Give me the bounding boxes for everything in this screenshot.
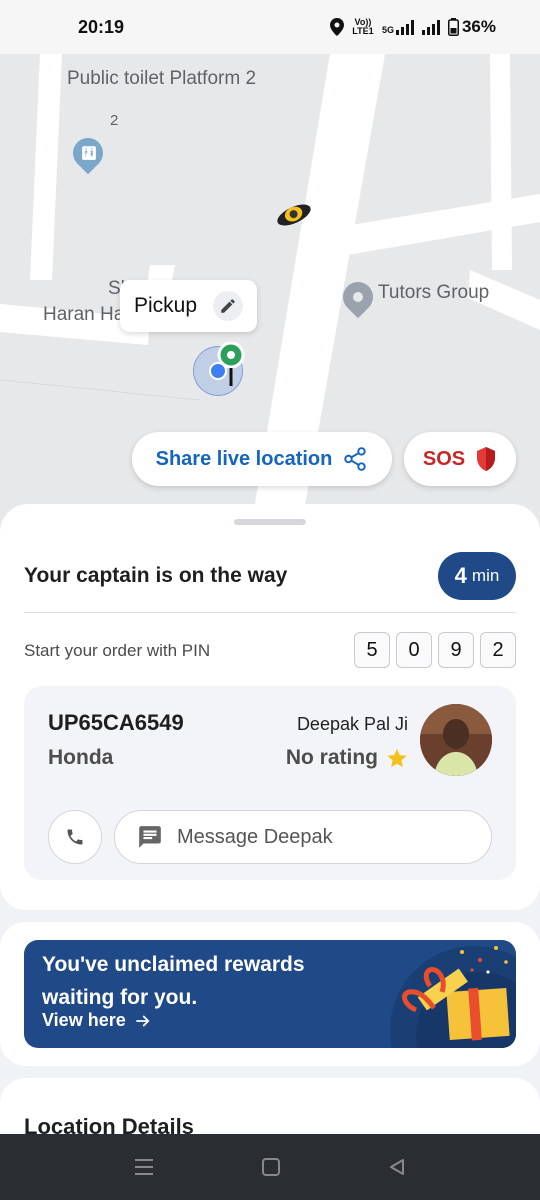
- chat-icon: [139, 826, 161, 848]
- view-rewards-link[interactable]: View here: [42, 1010, 152, 1031]
- pencil-icon: [221, 299, 235, 313]
- rating-text: No rating: [285, 746, 378, 769]
- sheet-handle[interactable]: [234, 519, 306, 525]
- signal-icon: [421, 19, 440, 35]
- gift-box-illustration: [390, 946, 516, 1048]
- vehicle-model: Honda: [48, 746, 114, 769]
- volte-label: Vo)) LTE1: [352, 17, 374, 36]
- driver-avatar[interactable]: [420, 704, 492, 776]
- view-rewards-label: View here: [42, 1010, 126, 1030]
- map-label-place-2: Haran Ha: [43, 304, 125, 325]
- pin-digit: 9: [438, 632, 474, 668]
- battery-indicator: 36%: [447, 17, 496, 37]
- captain-status-title: Your captain is on the way: [24, 564, 288, 587]
- divider: [24, 612, 516, 613]
- sos-button[interactable]: SOS: [404, 432, 516, 486]
- map-view[interactable]: Public toilet Platform 2 2 🚻︎ Sh Haran H…: [0, 54, 540, 534]
- map-label-toilet: Public toilet Platform 2: [67, 68, 257, 89]
- vehicle-plate: UP65CA6549: [48, 710, 184, 735]
- signal-5g-icon: 5G: [382, 19, 414, 35]
- star-icon: [387, 748, 407, 768]
- driver-card: UP65CA6549 Honda Deepak Pal Ji No rating…: [24, 686, 516, 880]
- rewards-banner[interactable]: You've unclaimed rewards waiting for you…: [24, 940, 516, 1048]
- pin-digit: 0: [396, 632, 432, 668]
- pin-digit: 5: [354, 632, 390, 668]
- location-icon: [329, 18, 344, 36]
- pin-code: 5 0 9 2: [354, 632, 516, 668]
- share-label: Share live location: [155, 447, 333, 470]
- trip-sheet: Your captain is on the way 4 min Start y…: [0, 504, 540, 910]
- pin-label: Start your order with PIN: [24, 641, 211, 660]
- phone-icon: [67, 829, 83, 845]
- avatar-photo: [420, 704, 492, 776]
- rewards-title: You've unclaimed rewards waiting for you…: [42, 953, 305, 1009]
- battery-percent: 36%: [461, 17, 496, 36]
- driver-rating: No rating: [286, 746, 408, 770]
- message-driver-field[interactable]: Message Deepak: [114, 810, 492, 864]
- map-label-tutors: Tutors Group: [378, 282, 490, 303]
- status-bar: 20:19 Vo)) LTE1 5G 36%: [0, 0, 540, 54]
- pin-digit: 2: [480, 632, 516, 668]
- status-time: 20:19: [78, 16, 125, 37]
- menu-icon[interactable]: [133, 1157, 155, 1177]
- system-nav-bar: [0, 1134, 540, 1200]
- pickup-pin-icon: [217, 342, 245, 386]
- shield-icon: [477, 447, 496, 471]
- back-icon[interactable]: [387, 1157, 407, 1177]
- arrow-right-icon: [135, 1015, 149, 1026]
- eta-badge: 4 min: [438, 552, 516, 600]
- message-placeholder: Message Deepak: [177, 825, 333, 848]
- sos-label: SOS: [422, 447, 466, 470]
- status-icons: Vo)) LTE1 5G 36%: [329, 17, 496, 37]
- pickup-label: Pickup: [134, 294, 198, 317]
- share-live-location-button[interactable]: Share live location: [132, 432, 392, 486]
- eta-value: 4: [454, 563, 467, 588]
- home-icon[interactable]: [261, 1157, 281, 1177]
- share-icon: [344, 447, 367, 471]
- pickup-chip[interactable]: Pickup: [120, 280, 258, 332]
- edit-pickup-button[interactable]: [213, 291, 244, 321]
- driver-name: Deepak Pal Ji: [296, 714, 408, 734]
- eta-unit: min: [471, 566, 500, 585]
- call-button[interactable]: [48, 810, 102, 864]
- captain-bike-icon: [277, 204, 311, 226]
- map-label-number: 2: [110, 112, 119, 129]
- battery-icon: [447, 18, 459, 36]
- rewards-card: You've unclaimed rewards waiting for you…: [0, 922, 540, 1066]
